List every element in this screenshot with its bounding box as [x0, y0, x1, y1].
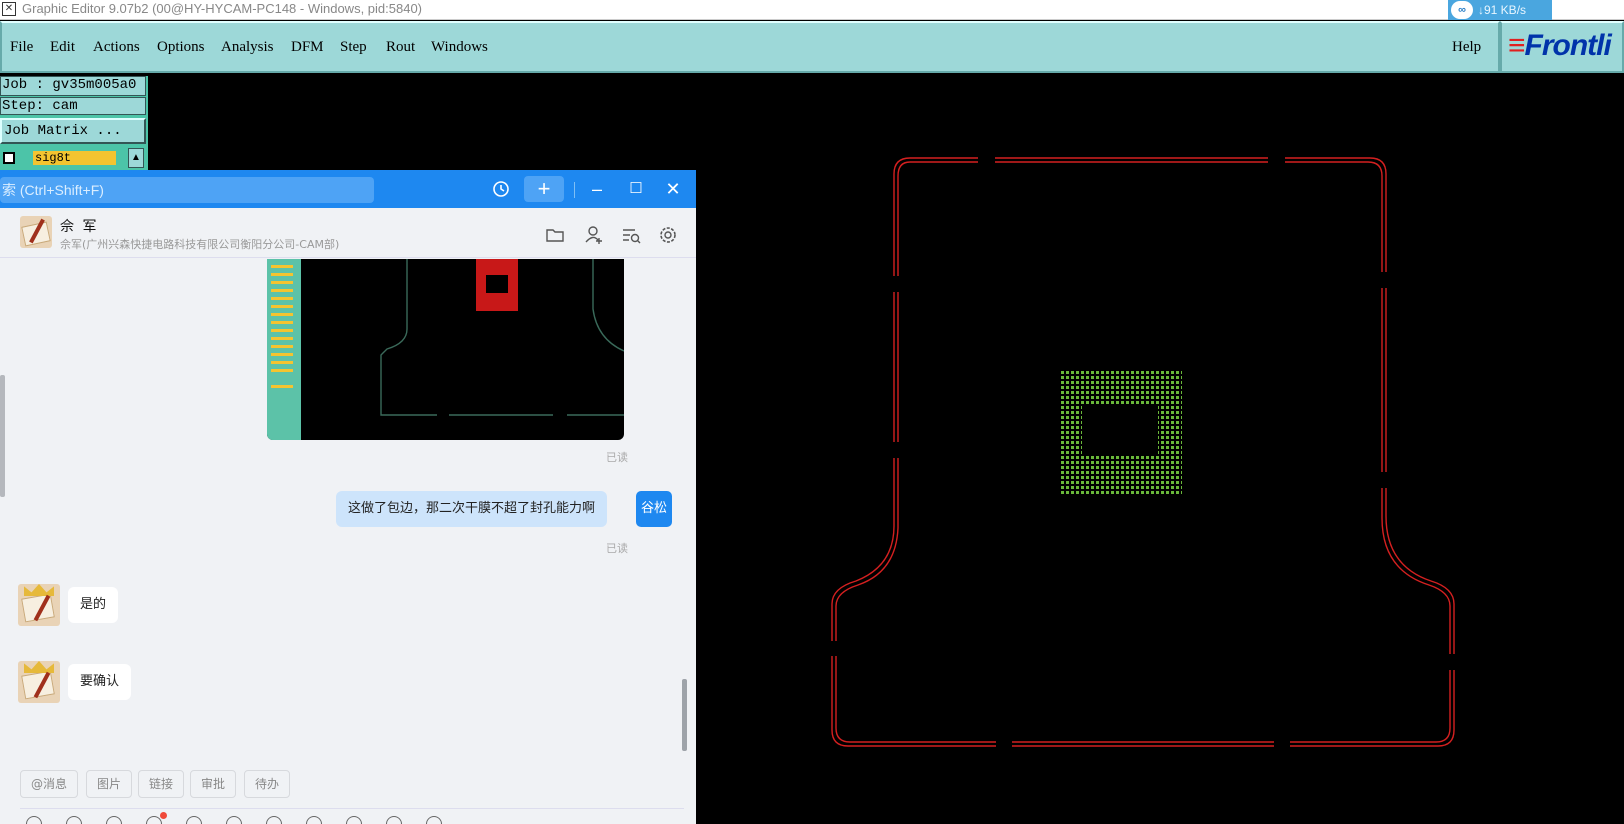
chat-window: 索 (Ctrl+Shift+F) + – ☐ ✕ 佘 军 佘军(广州兴森快捷电路…	[0, 170, 696, 824]
menu-dfm[interactable]: DFM	[291, 39, 324, 56]
menu-windows[interactable]: Windows	[431, 39, 488, 56]
toolbar-divider	[20, 808, 684, 809]
menu-options[interactable]: Options	[157, 39, 205, 56]
folder-icon[interactable]	[544, 224, 566, 246]
menu-file[interactable]: File	[10, 39, 33, 56]
layer-checkbox[interactable]	[3, 152, 15, 164]
read-status: 已读	[606, 451, 628, 464]
frontline-logo-panel: ≡Frontli	[1500, 21, 1624, 73]
screen-icon[interactable]	[426, 816, 442, 824]
clock-icon[interactable]	[346, 816, 362, 824]
menu-bar: File Edit Actions Options Analysis DFM S…	[0, 21, 1500, 73]
contact-avatar[interactable]	[18, 661, 60, 703]
search-input[interactable]: 索 (Ctrl+Shift+F)	[0, 177, 374, 203]
incoming-message-bubble[interactable]: 要确认	[68, 664, 132, 700]
chat-header: 佘 军 佘军(广州兴森快捷电路科技有限公司衡阳分公司-CAM部)	[0, 208, 696, 258]
share-icon[interactable]	[386, 816, 402, 824]
menu-analysis[interactable]: Analysis	[221, 39, 274, 56]
job-label: Job : gv35m005a0	[0, 76, 146, 96]
quick-action-bar: @消息 图片 链接 审批 待办	[0, 770, 690, 804]
cloud-icon: ∞	[1451, 1, 1473, 19]
contact-avatar[interactable]	[18, 584, 60, 626]
incoming-message-bubble[interactable]: 是的	[68, 587, 119, 623]
emoji-icon[interactable]	[26, 816, 42, 824]
check-icon[interactable]	[266, 816, 282, 824]
search-history-icon[interactable]	[620, 224, 642, 246]
scroll-up-arrow-icon[interactable]: ▲	[128, 148, 144, 168]
menu-actions[interactable]: Actions	[93, 39, 140, 56]
left-scrollbar[interactable]	[0, 375, 5, 497]
menu-step[interactable]: Step	[340, 39, 367, 56]
scissors-icon[interactable]	[106, 816, 122, 824]
my-message-bubble[interactable]: 这做了包边，那二次干膜不超了封孔能力啊	[336, 491, 608, 527]
graphic-canvas[interactable]	[696, 76, 1624, 824]
quick-mention-button[interactable]: @消息	[20, 770, 79, 798]
message-scrollbar[interactable]	[682, 679, 687, 751]
job-panel: Job : gv35m005a0 Step: cam Job Matrix ..…	[0, 76, 148, 171]
message-list[interactable]: 已读 这做了包边，那二次干膜不超了封孔能力啊 谷松 已读 是的 要确认	[0, 259, 688, 769]
minimize-icon[interactable]: –	[582, 176, 612, 202]
green-pad-array	[1060, 370, 1182, 494]
format-icon[interactable]	[66, 816, 82, 824]
window-titlebar: ✕ Graphic Editor 9.07b2 (00@HY-HYCAM-PC1…	[0, 0, 1624, 20]
x-window-icon: ✕	[2, 2, 16, 16]
calendar-icon[interactable]	[226, 816, 242, 824]
contact-organization: 佘军(广州兴森快捷电路科技有限公司衡阳分公司-CAM部)	[60, 238, 340, 251]
pen-icon[interactable]	[306, 816, 322, 824]
notification-dot	[160, 812, 167, 819]
add-button[interactable]: +	[524, 176, 564, 202]
settings-gear-icon[interactable]	[657, 224, 679, 246]
my-avatar[interactable]: 谷松	[636, 491, 672, 527]
job-matrix-button[interactable]: Job Matrix ...	[0, 118, 146, 144]
menu-edit[interactable]: Edit	[50, 39, 75, 56]
quick-image-button[interactable]: 图片	[86, 770, 133, 798]
contact-avatar[interactable]	[20, 216, 52, 248]
add-member-icon[interactable]	[583, 224, 605, 246]
folder-icon[interactable]	[186, 816, 202, 824]
topbar-divider	[574, 182, 575, 198]
frontline-logo: ≡Frontli	[1508, 29, 1612, 62]
close-icon[interactable]: ✕	[658, 176, 688, 202]
window-title: Graphic Editor 9.07b2 (00@HY-HYCAM-PC148…	[22, 1, 423, 16]
layer-name[interactable]: sig8t	[33, 151, 116, 165]
chat-topbar: 索 (Ctrl+Shift+F) + – ☐ ✕	[0, 170, 696, 208]
menu-help[interactable]: Help	[1452, 39, 1481, 56]
net-speed-widget[interactable]: ∞ ↓91 KB/s	[1448, 0, 1552, 20]
quick-todo-button[interactable]: 待办	[244, 770, 291, 798]
contact-name: 佘 军	[60, 219, 99, 235]
layer-list-row: sig8t ▲	[0, 148, 148, 168]
image-thumbnail	[269, 259, 624, 440]
step-label: Step: cam	[0, 97, 146, 115]
quick-approval-button[interactable]: 审批	[190, 770, 237, 798]
history-icon[interactable]	[486, 176, 516, 202]
read-status: 已读	[606, 542, 628, 555]
maximize-icon[interactable]: ☐	[621, 176, 651, 202]
net-speed-value: 91 KB/s	[1484, 3, 1527, 17]
image-message[interactable]	[267, 259, 624, 440]
quick-link-button[interactable]: 链接	[138, 770, 185, 798]
menu-rout[interactable]: Rout	[386, 39, 415, 56]
